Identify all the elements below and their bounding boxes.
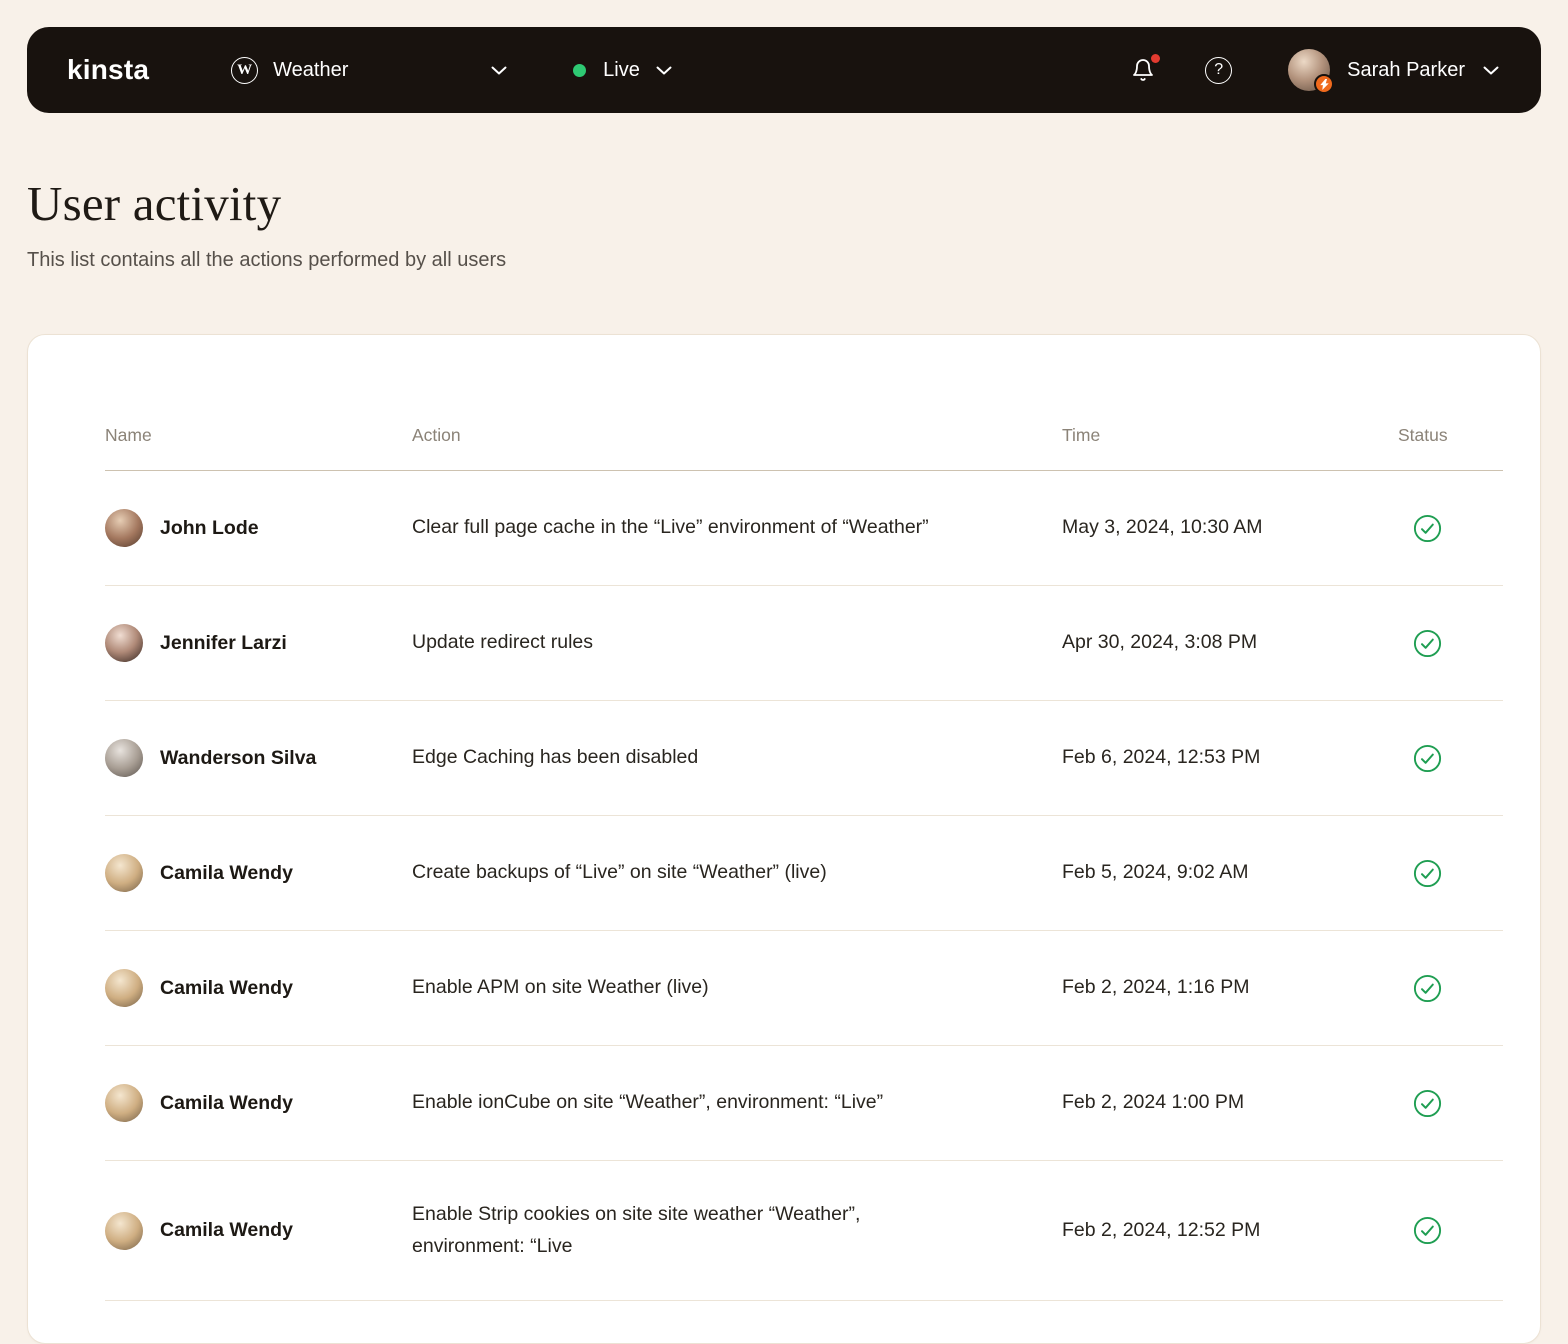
time-text: Apr 30, 2024, 3:08 PM [1062, 631, 1258, 654]
time-text: Feb 2, 2024 1:00 PM [1062, 1091, 1245, 1114]
user-cell: Camila Wendy [105, 1084, 412, 1122]
chevron-down-icon [656, 66, 672, 75]
avatar [105, 739, 143, 777]
status-cell [1398, 514, 1503, 543]
user-name: John Lode [160, 516, 259, 539]
user-name: Camila Wendy [160, 1091, 293, 1114]
time-text: Feb 2, 2024, 12:52 PM [1062, 1218, 1261, 1241]
action-text: Enable ionCube on site “Weather”, enviro… [412, 1091, 884, 1114]
success-check-icon [1413, 744, 1442, 772]
column-header-name: Name [105, 425, 152, 445]
lightning-badge-icon [1314, 74, 1335, 94]
user-cell: John Lode [105, 509, 412, 547]
success-check-icon [1413, 974, 1442, 1002]
table-row: Camila Wendy Create backups of “Live” on… [105, 816, 1503, 931]
column-header-action: Action [412, 425, 461, 445]
user-menu[interactable]: Sarah Parker [1288, 49, 1499, 94]
environment-selector-dropdown[interactable]: Live [573, 59, 672, 82]
help-button[interactable]: ? [1205, 56, 1233, 84]
user-name: Camila Wendy [160, 1219, 293, 1242]
user-cell: Camila Wendy [105, 969, 412, 1007]
action-text: Enable Strip cookies on site site weathe… [412, 1203, 861, 1257]
column-header-time: Time [1062, 425, 1101, 445]
live-status-dot [573, 63, 587, 77]
page-title: User activity [27, 176, 282, 231]
success-check-icon [1413, 859, 1442, 887]
table-row: Camila Wendy Enable Strip cookies on sit… [105, 1161, 1503, 1302]
table-row: Jennifer Larzi Update redirect rules Apr… [105, 586, 1503, 701]
column-header-status: Status [1398, 425, 1448, 445]
success-check-icon [1413, 1089, 1442, 1117]
status-cell [1398, 859, 1503, 888]
table-row: John Lode Clear full page cache in the “… [105, 471, 1503, 586]
avatar [105, 509, 143, 547]
status-cell [1398, 974, 1503, 1003]
avatar [105, 624, 143, 662]
time-text: Feb 6, 2024, 12:53 PM [1062, 746, 1261, 769]
user-activity-card: Name Action Time Status John Lode Clear … [27, 334, 1541, 1344]
action-text: Create backups of “Live” on site “Weathe… [412, 861, 827, 884]
site-selector-dropdown[interactable]: W Weather [231, 56, 507, 84]
table-row: Camila Wendy Enable ionCube on site “Wea… [105, 1046, 1503, 1161]
chevron-down-icon [1483, 66, 1499, 75]
success-check-icon [1413, 629, 1442, 657]
user-cell: Wanderson Silva [105, 739, 412, 777]
time-text: Feb 2, 2024, 1:16 PM [1062, 976, 1250, 999]
avatar [105, 854, 143, 892]
status-cell [1398, 1089, 1503, 1118]
environment-selector-label: Live [603, 58, 640, 81]
table-row: Camila Wendy Enable APM on site Weather … [105, 931, 1503, 1046]
status-cell [1398, 1216, 1503, 1245]
avatar [105, 1211, 143, 1250]
action-text: Edge Caching has been disabled [412, 746, 699, 769]
user-name: Camila Wendy [160, 976, 293, 999]
success-check-icon [1413, 514, 1442, 542]
status-cell [1398, 744, 1503, 773]
avatar [105, 1084, 143, 1122]
status-cell [1398, 629, 1503, 658]
notification-badge-dot [1151, 54, 1161, 63]
user-name: Jennifer Larzi [160, 631, 287, 654]
avatar [105, 969, 143, 1007]
avatar [1288, 49, 1335, 94]
action-text: Update redirect rules [412, 631, 594, 654]
top-navbar: kinsta W Weather Live ? Sarah Parker [27, 27, 1541, 113]
chevron-down-icon [491, 66, 507, 75]
user-cell: Jennifer Larzi [105, 624, 412, 662]
time-text: Feb 5, 2024, 9:02 AM [1062, 861, 1249, 884]
success-check-icon [1413, 1217, 1442, 1245]
user-cell: Camila Wendy [105, 854, 412, 892]
notifications-button[interactable] [1129, 54, 1161, 84]
user-name: Wanderson Silva [160, 746, 317, 769]
page-subtitle: This list contains all the actions perfo… [27, 249, 507, 271]
table-row: Wanderson Silva Edge Caching has been di… [105, 701, 1503, 816]
action-text: Clear full page cache in the “Live” envi… [412, 516, 929, 539]
table-header-row: Name Action Time Status [105, 425, 1503, 471]
site-selector-label: Weather [273, 58, 349, 81]
user-cell: Camila Wendy [105, 1211, 412, 1250]
page: kinsta W Weather Live ? Sarah Parker Use… [0, 0, 1568, 1344]
kinsta-logo: kinsta [67, 54, 150, 85]
user-name: Camila Wendy [160, 861, 293, 884]
wordpress-icon: W [231, 56, 259, 84]
navbar-right-group: ? Sarah Parker [1129, 49, 1499, 94]
time-text: May 3, 2024, 10:30 AM [1062, 516, 1263, 539]
question-mark-icon: ? [1214, 61, 1224, 78]
user-menu-name: Sarah Parker [1347, 58, 1465, 81]
action-text: Enable APM on site Weather (live) [412, 976, 709, 999]
